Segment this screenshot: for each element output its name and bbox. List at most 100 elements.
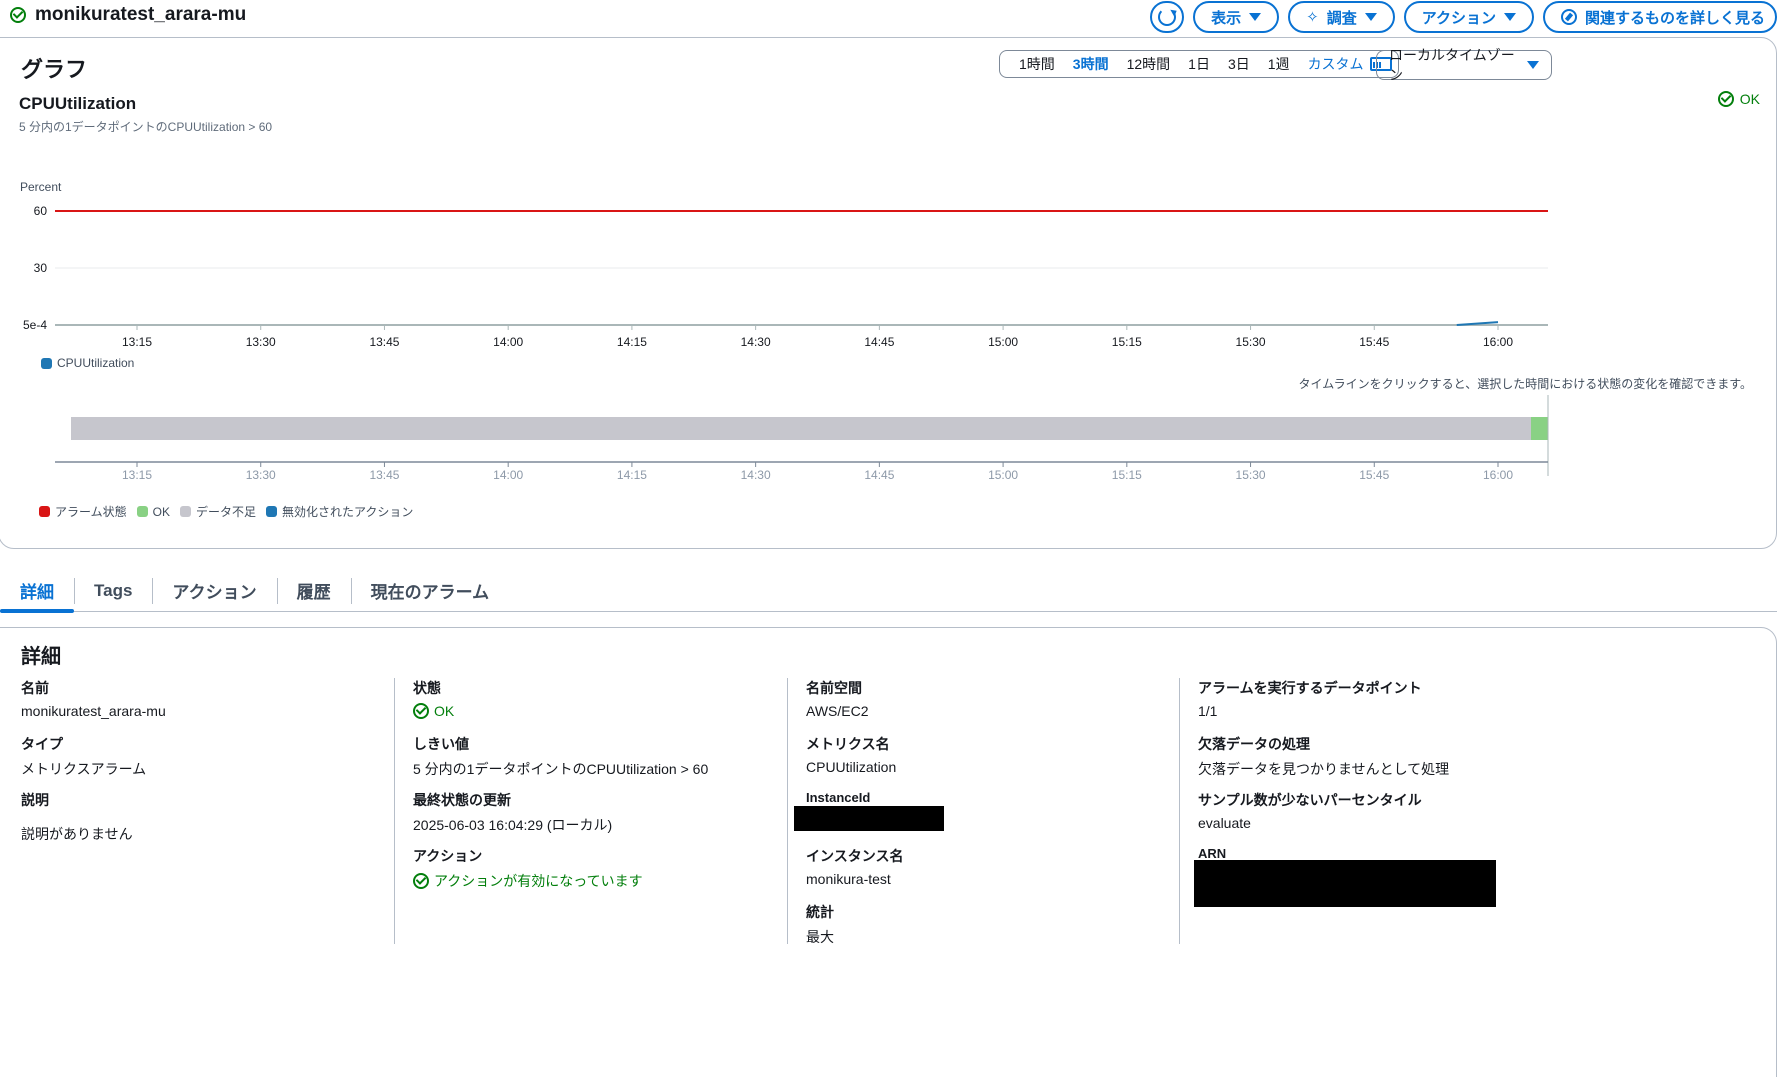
x-tick-label: 15:45: [1359, 335, 1389, 349]
field-actions: アクション アクションが有効になっています: [413, 846, 643, 891]
details-column-1: 名前 monikuratest_arara-mu タイプ メトリクスアラーム 説…: [21, 678, 413, 944]
field-label: 統計: [806, 904, 834, 920]
timeline-x-tick-label: 14:30: [741, 468, 771, 482]
sparkle-icon: ✧: [1306, 8, 1319, 26]
legend-item-cpu[interactable]: CPUUtilization: [41, 356, 134, 370]
investigate-button-label: 調査: [1326, 9, 1357, 27]
field-instance-name: インスタンス名 monikura-test: [806, 846, 903, 887]
field-value: 説明がありません: [21, 826, 133, 842]
legend-swatch: [39, 506, 50, 517]
state-value: OK: [434, 703, 455, 719]
field-value: AWS/EC2: [806, 703, 869, 719]
timeline-hint: タイムラインをクリックすると、選択した時間における状態の変化を確認できます。: [1298, 377, 1752, 391]
field-value: 欠落データを見つかりませんとして処理: [1198, 761, 1450, 777]
field-namespace: 名前空間 AWS/EC2: [806, 678, 869, 719]
x-tick-label: 15:00: [988, 335, 1018, 349]
tab-actions[interactable]: アクション: [152, 570, 276, 611]
graph-card: グラフ 1時間 3時間 12時間 1日 3日 1週 カスタム ローカルタイムゾー…: [0, 37, 1777, 549]
field-threshold: しきい値 5 分内の1データポイントのCPUUtilization > 60: [413, 734, 708, 779]
explore-related-button[interactable]: 関連するものを詳しく見る: [1542, 1, 1777, 33]
ok-status-icon: [413, 703, 429, 719]
cpu-chart[interactable]: Percent 60 30 5e-4 13:15 13:30 13:45 14:00 14:15…: [0, 38, 1777, 550]
field-label: インスタンス名: [806, 848, 904, 864]
timeline-x-tick-label: 15:45: [1359, 468, 1389, 482]
timeline-segment: [1530, 417, 1548, 440]
field-label: InstanceId: [806, 790, 871, 805]
field-value: メトリクスアラーム: [21, 761, 147, 777]
y-axis-label: Percent: [20, 180, 62, 194]
caret-down-icon: [1503, 13, 1516, 21]
timeline-x-tick-label: 14:15: [617, 468, 647, 482]
field-missing-data: 欠落データの処理 欠落データを見つかりませんとして処理: [1198, 734, 1449, 779]
field-datapoints-to-alarm: アラームを実行するデータポイント 1/1: [1198, 678, 1422, 719]
field-value: monikuratest_arara-mu: [21, 703, 166, 719]
caret-down-icon: [1364, 13, 1377, 21]
field-metric-name: メトリクス名 CPUUtilization: [806, 734, 896, 775]
field-type: タイプ メトリクスアラーム: [21, 734, 146, 779]
compass-icon: [1560, 9, 1577, 25]
legend-item-insufficient: データ不足: [179, 503, 256, 520]
field-value: evaluate: [1198, 815, 1251, 831]
field-label: 最終状態の更新: [413, 792, 511, 808]
field-label: 状態: [413, 680, 441, 696]
refresh-button[interactable]: [1150, 1, 1185, 33]
field-state: 状態 OK: [413, 678, 454, 719]
x-tick-label: 13:45: [369, 335, 399, 349]
tab-history[interactable]: 履歴: [276, 570, 351, 611]
timeline-x-tick-label: 13:15: [122, 468, 152, 482]
field-last-state-update: 最終状態の更新 2025-06-03 16:04:29 (ローカル): [413, 790, 612, 835]
x-tick-label: 14:15: [617, 335, 647, 349]
view-button-label: 表示: [1211, 9, 1242, 27]
refresh-icon: [1158, 8, 1177, 26]
actions-value: アクションが有効になっています: [434, 873, 643, 889]
field-value: 最大: [806, 929, 834, 945]
tab-current-alarms[interactable]: 現在のアラーム: [350, 570, 510, 611]
timeline-x-tick-label: 13:45: [369, 468, 399, 482]
field-name: 名前 monikuratest_arara-mu: [21, 678, 166, 719]
field-value: OK: [413, 703, 454, 719]
field-label: アクション: [413, 848, 483, 864]
field-arn: ARN: [1198, 846, 1226, 861]
field-label: ARN: [1198, 846, 1227, 861]
detail-tabs: 詳細 Tags アクション 履歴 現在のアラーム: [0, 570, 1777, 613]
details-column-3: 名前空間 AWS/EC2 メトリクス名 CPUUtilization Insta…: [787, 678, 1179, 945]
header-actions: 表示 ✧ 調査 アクション 関連するものを詳しく見る: [1150, 1, 1777, 33]
legend-label: アラーム状態: [55, 505, 127, 519]
explore-button-label: 関連するものを詳しく見る: [1584, 9, 1765, 27]
actions-button-label: アクション: [1421, 9, 1496, 27]
timeline-segment: [71, 417, 1531, 440]
legend-item-ok: OK: [136, 505, 170, 519]
x-tick-label: 14:45: [864, 335, 894, 349]
alarm-title: monikuratest_arara-mu: [10, 4, 246, 26]
x-tick-label: 14:00: [493, 335, 523, 349]
x-tick-label: 13:30: [246, 335, 276, 349]
field-label: 名前空間: [806, 680, 862, 696]
legend-label: データ不足: [195, 505, 256, 519]
details-title: 詳細: [21, 646, 61, 668]
legend-item-disabled-actions: 無効化されたアクション: [266, 503, 413, 520]
legend-item-alarm: アラーム状態: [39, 503, 127, 520]
field-value: 1/1: [1198, 703, 1218, 719]
field-label: 説明: [21, 792, 49, 808]
y-tick-label: 30: [34, 261, 48, 275]
field-label: 欠落データの処理: [1198, 736, 1310, 752]
field-value: 5 分内の1データポイントのCPUUtilization > 60: [413, 761, 709, 777]
legend-swatch: [41, 357, 52, 369]
ok-status-icon: [413, 873, 429, 889]
ok-status-icon: [10, 7, 26, 23]
timeline-x-tick-label: 15:15: [1112, 468, 1142, 482]
x-tick-label: 14:30: [741, 335, 771, 349]
tab-details[interactable]: 詳細: [0, 570, 74, 613]
redacted-arn: [1194, 860, 1496, 907]
view-button[interactable]: 表示: [1193, 1, 1280, 33]
field-description: 説明 説明がありません: [21, 790, 133, 844]
page-header: monikuratest_arara-mu 表示 ✧ 調査 アクション 関連する…: [0, 0, 1777, 38]
timeline-x-tick-label: 13:30: [246, 468, 276, 482]
field-label: メトリクス名: [806, 736, 890, 752]
y-tick-label: 60: [34, 204, 48, 218]
tab-tags[interactable]: Tags: [74, 570, 152, 611]
investigate-button[interactable]: ✧ 調査: [1288, 1, 1395, 33]
caret-down-icon: [1249, 13, 1262, 21]
actions-button[interactable]: アクション: [1403, 1, 1534, 33]
details-column-4: アラームを実行するデータポイント 1/1 欠落データの処理 欠落データを見つかり…: [1179, 678, 1571, 944]
